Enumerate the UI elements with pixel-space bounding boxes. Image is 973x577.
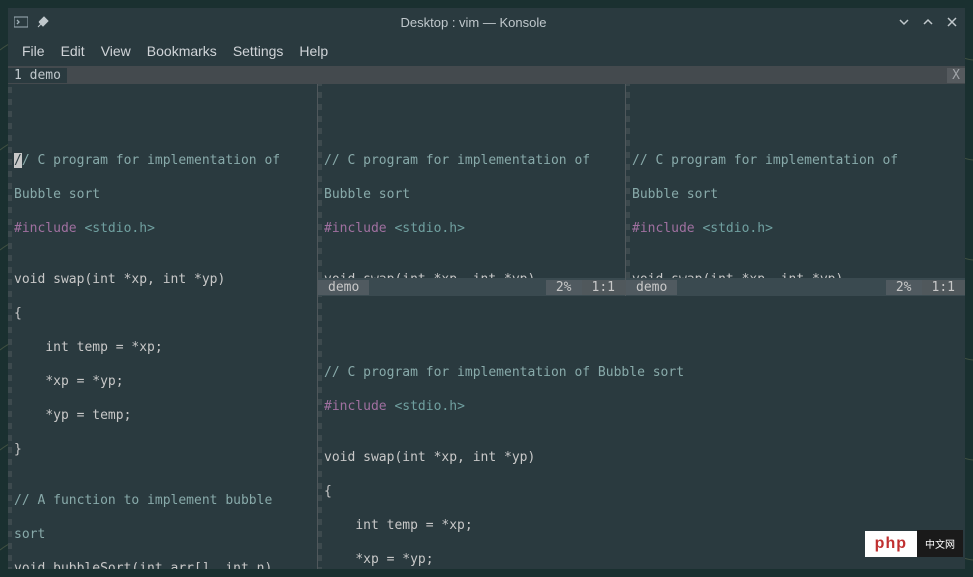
pane-top-mid: // C program for implementation of Bubbl… xyxy=(318,84,626,296)
menu-view[interactable]: View xyxy=(101,43,131,59)
statusline-top-right: demo 2% 1:1 xyxy=(626,278,965,296)
status-percent: 2% xyxy=(886,280,922,295)
status-position: 1:1 xyxy=(582,280,625,295)
konsole-window: Desktop : vim — Konsole File Edit View B… xyxy=(8,8,965,569)
terminal-icon xyxy=(14,15,28,29)
close-icon[interactable] xyxy=(945,15,959,29)
code-top-mid[interactable]: // C program for implementation of Bubbl… xyxy=(318,84,625,278)
code-left[interactable]: // C program for implementation of Bubbl… xyxy=(8,84,317,569)
window-title: Desktop : vim — Konsole xyxy=(50,15,897,30)
menu-help[interactable]: Help xyxy=(299,43,328,59)
menu-bookmarks[interactable]: Bookmarks xyxy=(147,43,217,59)
status-file: demo xyxy=(626,280,677,295)
watermark-badge: php 中文网 xyxy=(865,530,963,557)
tabbar: 1 demo X xyxy=(8,66,965,84)
titlebar: Desktop : vim — Konsole xyxy=(8,8,965,36)
code-top-right[interactable]: // C program for implementation of Bubbl… xyxy=(626,84,965,278)
maximize-icon[interactable] xyxy=(921,15,935,29)
pane-left: // C program for implementation of Bubbl… xyxy=(8,84,318,569)
minimize-icon[interactable] xyxy=(897,15,911,29)
php-cn-label: 中文网 xyxy=(917,530,963,557)
status-percent: 2% xyxy=(546,280,582,295)
menu-settings[interactable]: Settings xyxy=(233,43,284,59)
statusline-top-mid: demo 2% 1:1 xyxy=(318,278,625,296)
status-position: 1:1 xyxy=(922,280,965,295)
editor-area: // C program for implementation of Bubbl… xyxy=(8,84,965,569)
tab-demo[interactable]: 1 demo xyxy=(8,68,67,83)
php-logo: php xyxy=(865,531,917,557)
code-bottom[interactable]: // C program for implementation of Bubbl… xyxy=(318,296,965,569)
tab-close[interactable]: X xyxy=(947,68,965,83)
status-file: demo xyxy=(318,280,369,295)
menubar: File Edit View Bookmarks Settings Help xyxy=(8,36,965,66)
menu-edit[interactable]: Edit xyxy=(61,43,85,59)
pane-bottom: // C program for implementation of Bubbl… xyxy=(318,296,965,569)
pin-icon[interactable] xyxy=(36,15,50,29)
menu-file[interactable]: File xyxy=(22,43,45,59)
pane-top-right: // C program for implementation of Bubbl… xyxy=(626,84,965,296)
